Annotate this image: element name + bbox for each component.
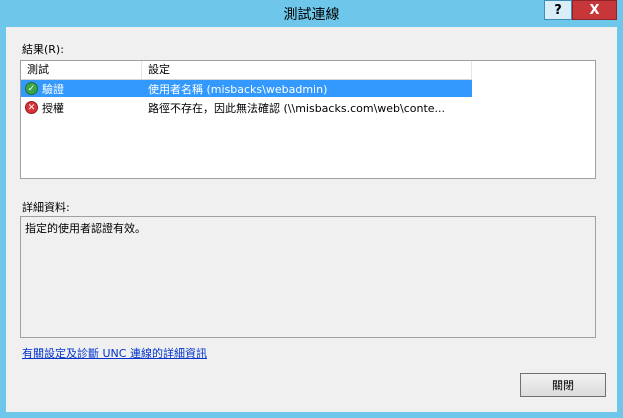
result-row-authorization[interactable]: ✕ 授權 路徑不存在，因此無法確認 (\\misbacks.com\web\co… [21, 99, 472, 116]
result-test-name: 授權 [42, 101, 64, 115]
column-header-test[interactable]: 測試 [21, 61, 142, 79]
close-window-button[interactable]: X [572, 0, 617, 20]
result-test-cell: ✓ 驗證 [21, 81, 142, 97]
help-button[interactable]: ? [544, 0, 572, 20]
check-circle-icon: ✓ [25, 82, 38, 95]
details-label: 詳細資料: [22, 201, 70, 214]
result-test-name: 驗證 [42, 82, 64, 96]
close-button[interactable]: 關閉 [520, 373, 606, 397]
results-label: 結果(R): [22, 43, 64, 56]
details-textbox[interactable]: 指定的使用者認證有效。 [20, 216, 596, 338]
results-list-header: 測試 設定 [21, 61, 472, 80]
result-setting-value: 路徑不存在，因此無法確認 (\\misbacks.com\web\conte..… [148, 101, 446, 115]
column-header-setting[interactable]: 設定 [142, 61, 472, 79]
result-row-authentication[interactable]: ✓ 驗證 使用者名稱 (misbacks\webadmin) [21, 80, 472, 97]
title-bar[interactable]: 測試連線 ? X [0, 0, 623, 27]
result-test-cell: ✕ 授權 [21, 100, 142, 116]
result-setting-value: 使用者名稱 (misbacks\webadmin) [148, 82, 328, 96]
results-list[interactable]: 測試 設定 ✓ 驗證 使用者名稱 (misbacks\webadmin) ✕ 授… [20, 60, 596, 179]
unc-help-link[interactable]: 有關設定及診斷 UNC 連線的詳細資訊 [22, 345, 207, 361]
dialog-title: 測試連線 [283, 7, 340, 23]
x-circle-icon: ✕ [25, 101, 38, 114]
